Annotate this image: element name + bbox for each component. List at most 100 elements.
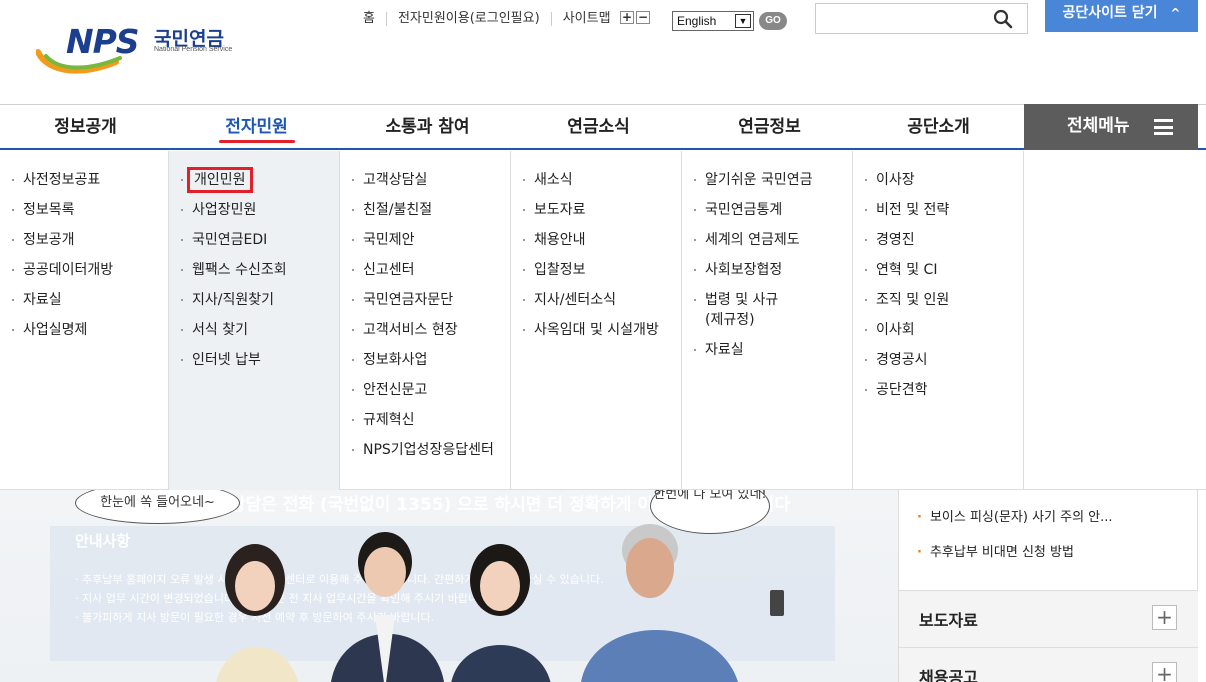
- tab-info-disclosure[interactable]: 정보공개: [0, 105, 171, 149]
- mega-col-pension-news: 새소식 보도자료 채용안내 입찰정보 지사/센터소식 사옥임대 및 시설개방: [511, 151, 682, 490]
- plus-icon[interactable]: +: [1152, 605, 1177, 630]
- mega-col-e-civil: 개인민원 사업장민원 국민연금EDI 웹팩스 수신조회 지사/직원찾기 서식 찾…: [169, 151, 340, 490]
- menu-item[interactable]: 지사/센터소식: [511, 290, 681, 310]
- tab-label: 정보공개: [54, 117, 117, 137]
- notice-box-title: 안내사항: [75, 532, 131, 550]
- menu-item-personal-civil[interactable]: 개인민원: [169, 167, 339, 193]
- menu-item[interactable]: 입찰정보: [511, 260, 681, 280]
- menu-item[interactable]: 안전신문고: [340, 380, 510, 400]
- sidebar-section-press: 보도자료 +: [899, 590, 1198, 647]
- menu-item-label: 개인민원: [187, 167, 253, 193]
- menu-item[interactable]: 채용안내: [511, 230, 681, 250]
- menu-item[interactable]: 법령 및 사규(제규정): [682, 290, 792, 330]
- menu-item[interactable]: 인터넷 납부: [169, 350, 339, 370]
- language-selected: English: [677, 14, 717, 28]
- zoom-out-button[interactable]: −: [636, 11, 650, 24]
- language-go-button[interactable]: GO: [759, 12, 787, 30]
- menu-item[interactable]: 국민연금EDI: [169, 230, 339, 250]
- language-select[interactable]: English ▼: [672, 11, 754, 31]
- sidebar-section-title[interactable]: 보도자료: [919, 607, 978, 631]
- chevron-down-icon: ▼: [735, 14, 751, 28]
- tab-label: 공단소개: [907, 117, 970, 137]
- menu-item[interactable]: 경영진: [853, 230, 1023, 250]
- tab-pension-news[interactable]: 연금소식: [513, 105, 684, 149]
- menu-item[interactable]: 비전 및 전략: [853, 200, 1023, 220]
- menu-item[interactable]: 세계의 연금제도: [682, 230, 852, 250]
- menu-item[interactable]: 정보화사업: [340, 350, 510, 370]
- e-civil-link[interactable]: 전자민원이용(로그인필요): [385, 12, 551, 26]
- home-link[interactable]: 홈: [352, 12, 386, 26]
- menu-item[interactable]: 사업실명제: [0, 320, 168, 340]
- menu-item[interactable]: 자료실: [0, 290, 168, 310]
- sidebar-notice[interactable]: 추후납부 비대면 신청 방법: [917, 541, 1074, 560]
- menu-item[interactable]: 신고센터: [340, 260, 510, 280]
- menu-item[interactable]: 친절/불친절: [340, 200, 510, 220]
- menu-item[interactable]: 공공데이터개방: [0, 260, 168, 280]
- menu-item[interactable]: 고객상담실: [340, 170, 510, 190]
- menu-item[interactable]: 이사장: [853, 170, 1023, 190]
- tab-pension-info[interactable]: 연금정보: [684, 105, 855, 149]
- tab-label: 연금소식: [567, 117, 630, 137]
- search-input[interactable]: [815, 3, 1028, 34]
- menu-item[interactable]: 연혁 및 CI: [853, 260, 1023, 280]
- menu-item[interactable]: 경영공시: [853, 350, 1023, 370]
- all-menu-label: 전체메뉴: [1067, 116, 1130, 136]
- menu-item[interactable]: 국민연금자문단: [340, 290, 510, 310]
- mega-menu: 사전정보공표 정보목록 정보공개 공공데이터개방 자료실 사업실명제 개인민원 …: [0, 151, 1206, 490]
- main-navigation: 정보공개 전자민원 소통과 참여 연금소식 연금정보 공단소개 전체메뉴: [0, 104, 1206, 150]
- sidebar-section-jobs: 채용공고 +: [899, 647, 1198, 682]
- menu-item[interactable]: 웹팩스 수신조회: [169, 260, 339, 280]
- tab-label: 전자민원: [225, 117, 288, 137]
- menu-item[interactable]: 이사회: [853, 320, 1023, 340]
- menu-item[interactable]: 국민연금통계: [682, 200, 852, 220]
- logo-mark: NPS: [66, 22, 140, 61]
- search-icon[interactable]: [993, 9, 1013, 29]
- tab-e-civil[interactable]: 전자민원: [171, 105, 342, 149]
- menu-item[interactable]: 보도자료: [511, 200, 681, 220]
- menu-item[interactable]: 새소식: [511, 170, 681, 190]
- site-header: NPS 국민연금 National Pension Service 홈 전자민원…: [0, 0, 1206, 104]
- plus-icon[interactable]: +: [1152, 662, 1177, 682]
- tab-label: 소통과 참여: [385, 117, 470, 137]
- menu-item[interactable]: 알기쉬운 국민연금: [682, 170, 852, 190]
- chevron-up-icon: ^: [1170, 6, 1181, 20]
- nps-logo[interactable]: NPS 국민연금 National Pension Service: [36, 18, 236, 76]
- menu-item[interactable]: 정보공개: [0, 230, 168, 250]
- mega-col-pension-info: 알기쉬운 국민연금 국민연금통계 세계의 연금제도 사회보장협정 법령 및 사규…: [682, 151, 853, 490]
- menu-item[interactable]: 사업장민원: [169, 200, 339, 220]
- menu-item[interactable]: 사회보장협정: [682, 260, 852, 280]
- zoom-controls: + −: [620, 11, 650, 24]
- sitemap-link[interactable]: 사이트맵: [550, 12, 622, 26]
- people-illustration: [216, 524, 784, 682]
- tab-about[interactable]: 공단소개: [853, 105, 1024, 149]
- close-site-button[interactable]: 공단사이트 닫기 ^: [1045, 0, 1198, 32]
- mega-col-about: 이사장 비전 및 전략 경영진 연혁 및 CI 조직 및 인원 이사회 경영공시…: [853, 151, 1024, 490]
- menu-item[interactable]: 국민제안: [340, 230, 510, 250]
- tab-label: 연금정보: [738, 117, 801, 137]
- menu-item[interactable]: 지사/직원찾기: [169, 290, 339, 310]
- menu-item[interactable]: 규제혁신: [340, 410, 510, 430]
- menu-item[interactable]: 정보목록: [0, 200, 168, 220]
- menu-item[interactable]: NPS기업성장응답센터: [340, 440, 510, 460]
- menu-item[interactable]: 자료실: [682, 340, 852, 360]
- menu-item[interactable]: 사전정보공표: [0, 170, 168, 190]
- menu-item[interactable]: 공단견학: [853, 380, 1023, 400]
- close-site-label: 공단사이트 닫기: [1062, 5, 1158, 21]
- logo-name-en: National Pension Service: [154, 46, 233, 53]
- zoom-in-button[interactable]: +: [620, 11, 634, 24]
- menu-item[interactable]: 고객서비스 현장: [340, 320, 510, 340]
- mega-col-communication: 고객상담실 친절/불친절 국민제안 신고센터 국민연금자문단 고객서비스 현장 …: [340, 151, 511, 490]
- active-underline: [218, 140, 295, 143]
- menu-item[interactable]: 사옥임대 및 시설개방: [511, 320, 681, 340]
- menu-item[interactable]: 서식 찾기: [169, 320, 339, 340]
- right-sidebar: 보이스 피싱(문자) 사기 주의 안... 추후납부 비대면 신청 방법 보도자…: [898, 490, 1198, 682]
- hero-banner: 상담은 전화 (국번없이 1355) 으로 하시면 더 정확하게 이용하실 수 …: [0, 490, 900, 682]
- tab-communication[interactable]: 소통과 참여: [342, 105, 513, 149]
- hamburger-icon: [1154, 119, 1173, 135]
- utility-links: 홈 전자민원이용(로그인필요) 사이트맵: [352, 9, 622, 29]
- sidebar-notice[interactable]: 보이스 피싱(문자) 사기 주의 안...: [917, 506, 1113, 525]
- sidebar-section-title[interactable]: 채용공고: [919, 664, 978, 682]
- menu-item[interactable]: 조직 및 인원: [853, 290, 1023, 310]
- mega-col-info-disclosure: 사전정보공표 정보목록 정보공개 공공데이터개방 자료실 사업실명제: [0, 151, 169, 490]
- all-menu-button[interactable]: 전체메뉴: [1024, 104, 1198, 150]
